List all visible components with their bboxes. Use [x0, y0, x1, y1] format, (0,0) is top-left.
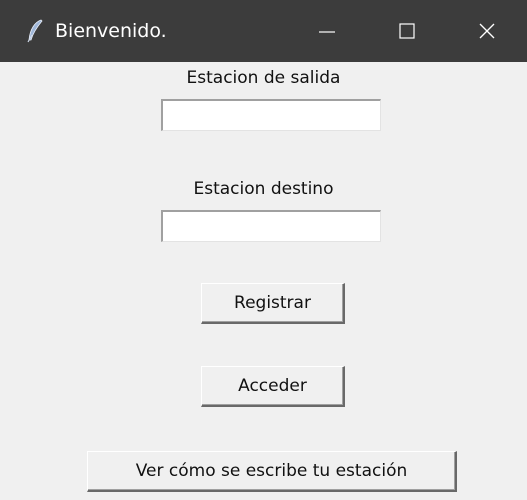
login-button[interactable]: Acceder: [201, 366, 345, 407]
minimize-icon: [319, 31, 335, 33]
title-bar[interactable]: Bienvenido.: [0, 0, 527, 62]
origin-station-input[interactable]: [161, 99, 381, 131]
register-button[interactable]: Registrar: [201, 283, 345, 324]
close-button[interactable]: [447, 0, 527, 62]
maximize-button[interactable]: [367, 0, 447, 62]
feather-icon: [26, 19, 44, 43]
close-icon: [479, 23, 495, 39]
destination-station-input[interactable]: [161, 210, 381, 242]
destination-station-label: Estacion destino: [193, 179, 334, 199]
minimize-button[interactable]: [287, 0, 367, 62]
maximize-icon: [399, 23, 415, 39]
origin-station-label: Estacion de salida: [186, 68, 341, 88]
window-title: Bienvenido.: [55, 20, 167, 42]
app-window: Bienvenido. Estacion de salida Estacion …: [0, 0, 527, 500]
station-spelling-button[interactable]: Ver cómo se escribe tu estación: [87, 451, 457, 492]
